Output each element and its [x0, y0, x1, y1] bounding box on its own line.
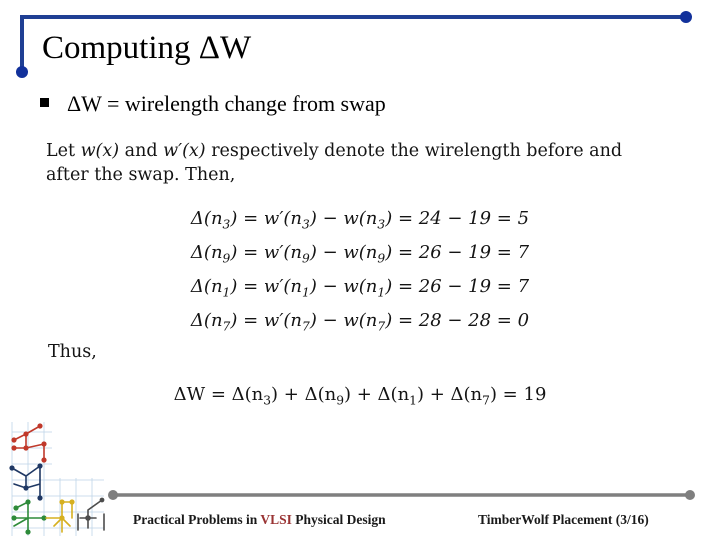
title-rule-dot-left [16, 66, 28, 78]
equation-row: Δ(n1) = w′(n1) − w(n1) = 26 − 19 = 7 [0, 273, 720, 307]
footer-left-text: Practical Problems in VLSI Physical Desi… [133, 511, 386, 529]
footer-rule-dot-left [108, 490, 118, 500]
page-title: Computing ΔW [42, 30, 252, 66]
lead-text-wprime: w′(x) [163, 141, 206, 161]
equation-list: Δ(n3) = w′(n3) − w(n3) = 24 − 19 = 5 Δ(n… [0, 205, 720, 341]
footer-right-text: TimberWolf Placement (3/16) [478, 512, 649, 527]
equation-lhs: Δ(n3) [190, 208, 238, 232]
final-equation: ΔW = Δ(n3) + Δ(n9) + Δ(n1) + Δ(n7) = 19 [173, 384, 547, 408]
equation-expression: = w′(n1) − w(n1) = 26 − 19 = 7 [243, 276, 530, 300]
equation-row: Δ(n7) = w′(n7) − w(n7) = 28 − 28 = 0 [0, 307, 720, 341]
equation-lhs: Δ(n7) [190, 310, 238, 334]
title-rule-dot-right [680, 11, 692, 23]
lead-paragraph: Let w(x) and w′(x) respectively denote t… [46, 139, 660, 187]
equation-expression: = w′(n9) − w(n9) = 26 − 19 = 7 [243, 242, 530, 266]
thus-label: Thus, [48, 342, 97, 362]
equation-lhs: Δ(n1) [190, 276, 238, 300]
equation-expression: = w′(n3) − w(n3) = 24 − 19 = 5 [243, 208, 530, 232]
lead-text-part-b: and [119, 141, 164, 161]
lead-text-part-a: Let [46, 141, 81, 161]
footer-left-accent: VLSI [260, 512, 292, 527]
art-net-blue [9, 463, 43, 501]
square-bullet-icon [40, 98, 49, 107]
art-net-red [11, 423, 47, 463]
placement-nets-decorative-graphic [9, 422, 105, 536]
equation-lhs: Δ(n9) [190, 242, 238, 266]
footer-left-suffix: Physical Design [291, 512, 386, 527]
equation-row: Δ(n3) = w′(n3) − w(n3) = 24 − 19 = 5 [0, 205, 720, 239]
footer-left-prefix: Practical Problems in [133, 512, 261, 527]
footer-rule-dot-right [685, 490, 695, 500]
bullet-item-label: ΔW = wirelength change from swap [67, 91, 386, 116]
lead-text-w: w(x) [80, 141, 120, 161]
art-net-green [11, 499, 47, 535]
footer-decorative-rule [108, 490, 695, 500]
equation-row: Δ(n9) = w′(n9) − w(n9) = 26 − 19 = 7 [0, 239, 720, 273]
bullet-item: ΔW = wirelength change from swap [40, 90, 386, 118]
equation-expression: = w′(n7) − w(n7) = 28 − 28 = 0 [243, 310, 530, 334]
